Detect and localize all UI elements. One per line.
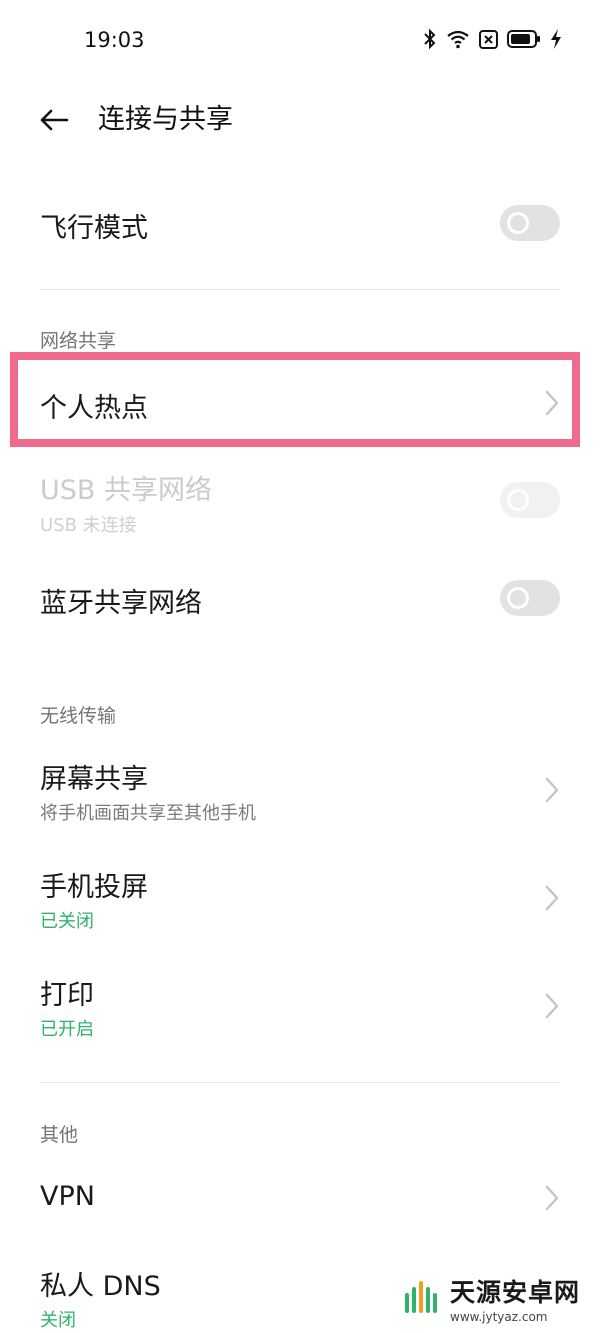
status-icons [423,28,562,50]
header: 连接与共享 [0,90,600,150]
section-header-wireless: 无线传输 [40,705,117,727]
watermark: 天源安卓网 www.jytyaz.com [402,1263,592,1333]
screen-cast-row[interactable]: 手机投屏 已关闭 [0,853,600,945]
airplane-mode-toggle[interactable] [500,205,560,241]
section-header-other: 其他 [40,1124,79,1146]
airplane-mode-row[interactable]: 飞行模式 [0,180,600,270]
back-button[interactable] [34,100,74,140]
bluetooth-tethering-toggle[interactable] [500,580,560,616]
chevron-right-icon [545,390,559,416]
status-time: 19:03 [84,28,145,52]
divider [40,289,560,290]
screen-share-row[interactable]: 屏幕共享 将手机画面共享至其他手机 [0,745,600,837]
status-bar: 19:03 [0,0,600,80]
screen-cast-label: 手机投屏 [40,872,148,903]
watermark-url: www.jytyaz.com [450,1309,548,1324]
chevron-right-icon [545,777,559,803]
usb-tethering-toggle [500,482,560,518]
bluetooth-tethering-label: 蓝牙共享网络 [40,588,202,619]
private-dns-label: 私人 DNS [40,1271,161,1302]
page-title: 连接与共享 [98,104,233,135]
bluetooth-tethering-row[interactable]: 蓝牙共享网络 [0,555,600,645]
screen-share-label: 屏幕共享 [40,764,148,795]
print-status: 已开启 [40,1019,94,1040]
screen-cast-status: 已关闭 [40,911,94,932]
screen-share-description: 将手机画面共享至其他手机 [40,803,256,824]
watermark-name: 天源安卓网 [450,1277,581,1307]
bluetooth-icon [424,28,436,50]
print-label: 打印 [40,980,94,1011]
print-row[interactable]: 打印 已开启 [0,961,600,1053]
charging-icon [551,29,561,49]
divider [40,1082,560,1083]
personal-hotspot-row[interactable]: 个人热点 [0,360,600,446]
usb-tethering-status: USB 未连接 [40,515,137,536]
vpn-row[interactable]: VPN [0,1155,600,1241]
chevron-right-icon [545,885,559,911]
toggle-knob [507,212,529,234]
chevron-right-icon [545,993,559,1019]
vpn-label: VPN [40,1181,95,1212]
section-header-tethering: 网络共享 [40,330,117,352]
private-dns-status: 关闭 [40,1310,76,1331]
usb-tethering-row: USB 共享网络 USB 未连接 [0,460,600,546]
wifi-icon [447,30,469,49]
usb-tethering-label: USB 共享网络 [40,475,213,506]
personal-hotspot-label: 个人热点 [40,393,148,424]
airplane-mode-label: 飞行模式 [40,213,148,244]
battery-icon [507,30,540,48]
toggle-knob [507,587,529,609]
toggle-knob [507,489,529,511]
back-arrow-icon [40,109,69,131]
watermark-logo [402,1277,444,1319]
chevron-right-icon [545,1185,559,1211]
no-sim-icon [479,29,498,49]
